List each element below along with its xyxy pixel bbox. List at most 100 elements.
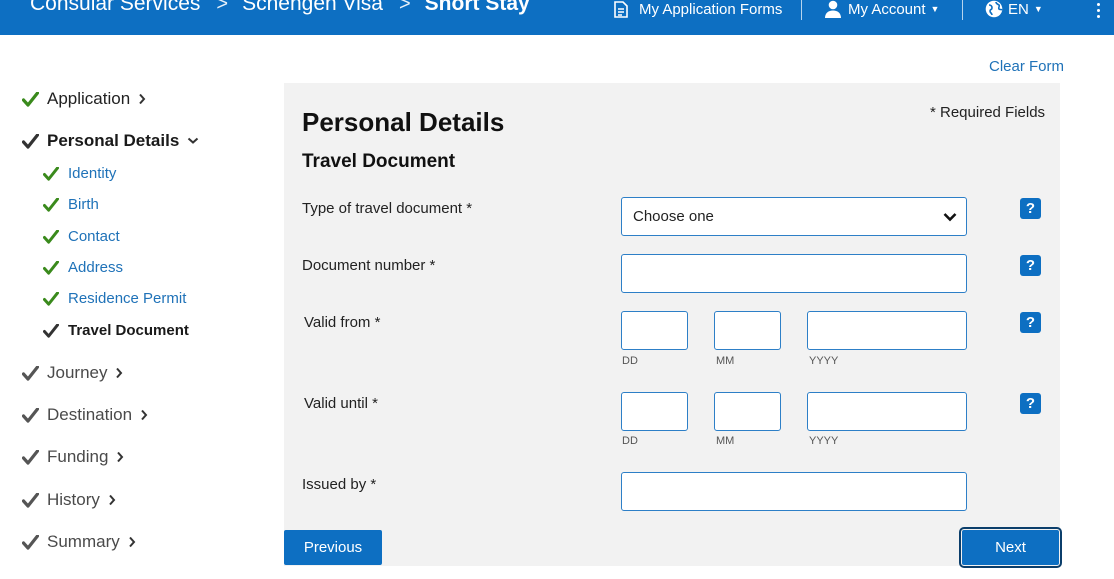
sidebar-subitem-travel-document[interactable]: Travel Document bbox=[43, 322, 189, 339]
chevron-right-icon bbox=[139, 93, 146, 105]
breadcrumb-consular-services[interactable]: Consular Services bbox=[30, 0, 200, 16]
check-icon bbox=[22, 133, 39, 149]
sidebar-subitem-identity[interactable]: Identity bbox=[43, 165, 116, 182]
required-fields-note: * Required Fields bbox=[930, 104, 1046, 121]
valid-until-month-input[interactable] bbox=[714, 392, 781, 431]
page-title: Personal Details bbox=[302, 107, 505, 137]
chevron-down-icon bbox=[188, 137, 199, 144]
check-icon bbox=[43, 323, 59, 338]
valid-from-day-input[interactable] bbox=[621, 311, 688, 350]
sidebar-item-label: Personal Details bbox=[47, 131, 180, 150]
caret-down-icon: ▼ bbox=[930, 4, 940, 14]
check-icon bbox=[43, 166, 59, 181]
valid-from-label: Valid from * bbox=[304, 314, 381, 331]
clear-form-link[interactable]: Clear Form bbox=[989, 58, 1064, 75]
chevron-right-icon bbox=[141, 409, 148, 421]
valid-from-year-input[interactable] bbox=[807, 311, 967, 350]
sidebar-subitem-residence-permit[interactable]: Residence Permit bbox=[43, 290, 186, 307]
valid-from-day-hint: DD bbox=[622, 355, 638, 367]
sidebar-item-destination[interactable]: Destination bbox=[22, 405, 148, 425]
help-doc-number-button[interactable]: ? bbox=[1020, 255, 1041, 276]
doc-type-select[interactable]: Choose one bbox=[621, 197, 967, 236]
check-icon bbox=[43, 197, 59, 212]
language-label: EN bbox=[1008, 0, 1029, 18]
sidebar-item-label: History bbox=[47, 490, 100, 509]
sidebar-subitem-label: Travel Document bbox=[68, 322, 189, 339]
sidebar-subitem-label: Identity bbox=[68, 165, 117, 182]
sidebar-item-label: Journey bbox=[47, 363, 108, 382]
issued-by-input[interactable] bbox=[621, 472, 967, 511]
my-account-menu[interactable]: My Account ▼ bbox=[824, 0, 939, 23]
sidebar-subitem-address[interactable]: Address bbox=[43, 259, 123, 276]
doc-number-input[interactable] bbox=[621, 254, 967, 293]
previous-button[interactable]: Previous bbox=[284, 530, 382, 565]
language-selector[interactable]: EN ▼ bbox=[985, 0, 1043, 23]
chevron-right-icon bbox=[128, 536, 136, 548]
valid-from-month-hint: MM bbox=[716, 355, 735, 367]
valid-until-day-input[interactable] bbox=[621, 392, 688, 431]
sidebar-item-journey[interactable]: Journey bbox=[22, 363, 123, 383]
sidebar-item-label: Application bbox=[47, 89, 131, 108]
check-icon bbox=[22, 492, 39, 508]
check-icon bbox=[22, 534, 39, 550]
issued-by-label: Issued by * bbox=[302, 476, 377, 493]
sidebar-subitem-label: Address bbox=[68, 259, 124, 276]
progress-sidebar: Application Personal Details Identity Bi… bbox=[0, 35, 270, 579]
check-icon bbox=[43, 260, 59, 275]
my-application-forms-link[interactable]: My Application Forms bbox=[614, 0, 782, 23]
chevron-down-icon bbox=[943, 212, 957, 221]
sidebar-subitem-label: Contact bbox=[68, 228, 120, 245]
check-icon bbox=[43, 229, 59, 244]
doc-number-label: Document number * bbox=[302, 257, 436, 274]
sidebar-item-personal-details[interactable]: Personal Details bbox=[22, 131, 199, 151]
next-button[interactable]: Next bbox=[959, 527, 1062, 568]
top-header: Consular Services > Schengen Visa > Shor… bbox=[0, 0, 1114, 35]
breadcrumb-separator: > bbox=[216, 0, 229, 15]
sidebar-item-funding[interactable]: Funding bbox=[22, 447, 124, 467]
breadcrumb: Consular Services > Schengen Visa > Shor… bbox=[30, 0, 530, 16]
sidebar-subitem-contact[interactable]: Contact bbox=[43, 228, 120, 245]
valid-from-year-hint: YYYY bbox=[809, 355, 839, 367]
valid-until-year-input[interactable] bbox=[807, 392, 967, 431]
check-icon bbox=[22, 449, 39, 465]
check-icon bbox=[43, 291, 59, 306]
breadcrumb-short-stay: Short Stay bbox=[424, 0, 530, 15]
sidebar-item-label: Funding bbox=[47, 447, 109, 466]
sidebar-subitem-label: Residence Permit bbox=[68, 290, 187, 307]
check-icon bbox=[22, 91, 39, 107]
sidebar-item-summary[interactable]: Summary bbox=[22, 532, 136, 552]
sidebar-subitem-birth[interactable]: Birth bbox=[43, 196, 99, 213]
sidebar-subitem-label: Birth bbox=[68, 196, 99, 213]
help-valid-from-button[interactable]: ? bbox=[1020, 312, 1041, 333]
sidebar-item-label: Destination bbox=[47, 405, 133, 424]
doc-type-label: Type of travel document * bbox=[302, 200, 473, 217]
valid-until-day-hint: DD bbox=[622, 435, 638, 447]
kebab-menu-icon[interactable] bbox=[1097, 3, 1103, 18]
header-divider bbox=[801, 0, 802, 20]
my-application-forms-label: My Application Forms bbox=[639, 0, 783, 18]
sidebar-item-application[interactable]: Application bbox=[22, 89, 146, 109]
valid-from-month-input[interactable] bbox=[714, 311, 781, 350]
sidebar-item-label: Summary bbox=[47, 532, 120, 551]
forms-icon bbox=[614, 0, 628, 18]
check-icon bbox=[22, 365, 39, 381]
doc-type-selected-value: Choose one bbox=[633, 208, 714, 225]
valid-until-month-hint: MM bbox=[716, 435, 735, 447]
check-icon bbox=[22, 407, 39, 423]
sidebar-item-history[interactable]: History bbox=[22, 490, 116, 510]
my-account-label: My Account bbox=[848, 0, 926, 18]
help-doc-type-button[interactable]: ? bbox=[1020, 198, 1041, 219]
caret-down-icon: ▼ bbox=[1033, 4, 1043, 14]
chevron-right-icon bbox=[109, 494, 116, 506]
section-title: Travel Document bbox=[302, 151, 456, 172]
help-valid-until-button[interactable]: ? bbox=[1020, 393, 1041, 414]
chevron-right-icon bbox=[116, 367, 123, 379]
user-icon bbox=[824, 0, 842, 18]
valid-until-label: Valid until * bbox=[304, 395, 378, 412]
breadcrumb-schengen-visa[interactable]: Schengen Visa bbox=[242, 0, 383, 16]
breadcrumb-separator: > bbox=[398, 0, 411, 15]
chevron-right-icon bbox=[117, 451, 124, 463]
header-divider bbox=[962, 0, 963, 20]
globe-icon bbox=[985, 0, 1003, 18]
valid-until-year-hint: YYYY bbox=[809, 435, 839, 447]
